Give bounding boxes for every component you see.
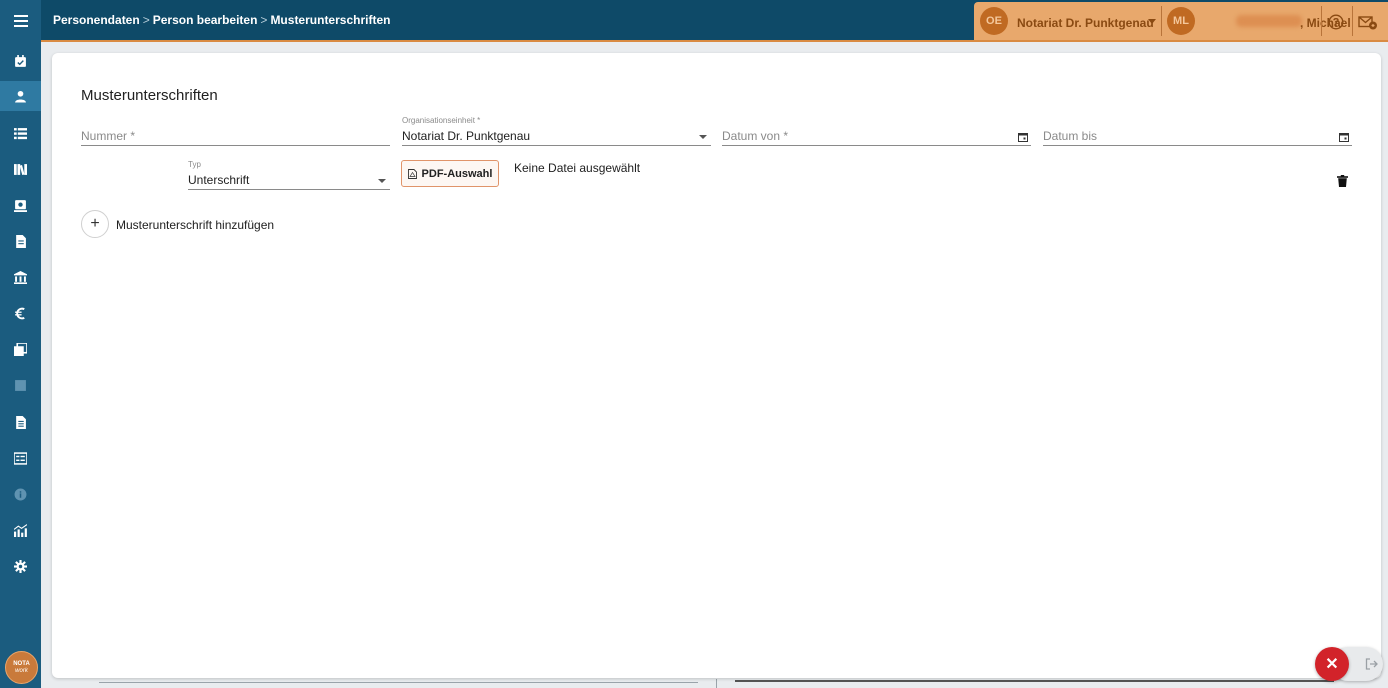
breadcrumb-separator: >	[142, 13, 150, 27]
typ-value: Unterschrift	[188, 173, 250, 187]
dialog-title: Musterunterschriften	[81, 87, 218, 104]
document-icon[interactable]	[0, 226, 41, 256]
help-icon[interactable]	[1328, 14, 1344, 30]
divider	[1321, 6, 1322, 36]
euro-icon[interactable]	[0, 298, 41, 328]
calendar-icon[interactable]	[1339, 132, 1349, 142]
logo-text-bottom: work	[15, 667, 28, 674]
pdf-auswahl-button[interactable]: PDF-Auswahl	[401, 160, 499, 187]
chevron-down-icon[interactable]	[1148, 19, 1156, 24]
datum-bis-placeholder: Datum bis	[1043, 129, 1098, 143]
app-logo[interactable]: NOTA work	[5, 651, 38, 684]
person-icon[interactable]	[0, 81, 41, 111]
menu-icon[interactable]	[0, 0, 41, 42]
library-icon[interactable]	[0, 154, 41, 184]
page-icon[interactable]	[0, 407, 41, 437]
add-signature-button[interactable]: +	[81, 210, 109, 238]
safe-icon[interactable]	[0, 190, 41, 220]
user-panel: OE Notariat Dr. Punktgenau ML , Michael	[974, 2, 1388, 40]
close-icon: ✕	[1325, 656, 1339, 673]
org-selector[interactable]: Notariat Dr. Punktgenau	[1017, 16, 1154, 30]
exit-icon	[1365, 658, 1378, 670]
organisationseinheit-value: Notariat Dr. Punktgenau	[402, 129, 531, 143]
typ-label: Typ	[188, 160, 201, 169]
nummer-field[interactable]: Nummer *	[81, 119, 390, 146]
calendar-icon[interactable]	[1018, 132, 1028, 142]
pdf-auswahl-label: PDF-Auswahl	[421, 167, 493, 180]
breadcrumb-item-personendaten[interactable]: Personendaten	[53, 13, 140, 27]
calendar-check-icon[interactable]	[0, 46, 41, 76]
chart-icon[interactable]	[0, 515, 41, 545]
settings-icon[interactable]	[0, 551, 41, 581]
datum-bis-field[interactable]: Datum bis	[1043, 119, 1352, 146]
chevron-down-icon	[378, 179, 386, 183]
nummer-placeholder: Nummer *	[81, 129, 136, 143]
user-avatar[interactable]: ML	[1167, 7, 1195, 35]
top-bar: Personendaten > Person bearbeiten > Must…	[41, 0, 1388, 42]
sidebar: NOTA work	[0, 0, 41, 688]
divider	[1161, 6, 1162, 36]
datum-von-field[interactable]: Datum von *	[722, 119, 1031, 146]
logo-text-top: NOTA	[13, 660, 30, 667]
pdf-file-icon	[407, 168, 417, 179]
organisationseinheit-label: Organisationseinheit *	[402, 116, 481, 125]
organisationseinheit-select[interactable]: Organisationseinheit * Notariat Dr. Punk…	[402, 116, 711, 146]
list-icon[interactable]	[0, 118, 41, 148]
floating-actions: ✕	[1315, 647, 1383, 681]
form-icon[interactable]	[0, 443, 41, 473]
file-status: Keine Datei ausgewählt	[514, 161, 641, 175]
breadcrumb-item-person-bearbeiten[interactable]: Person bearbeiten	[153, 13, 258, 27]
divider	[1352, 6, 1353, 36]
chevron-down-icon	[699, 135, 707, 139]
copy-icon[interactable]	[0, 334, 41, 364]
breadcrumb-separator: >	[260, 13, 268, 27]
breadcrumb-item-musterunterschriften: Musterunterschriften	[270, 13, 391, 27]
plus-icon: +	[90, 215, 100, 232]
background-divider	[716, 679, 717, 688]
mail-icon[interactable]	[1358, 14, 1378, 30]
bank-icon[interactable]	[0, 262, 41, 292]
info-icon[interactable]	[0, 479, 41, 509]
delete-icon[interactable]	[1337, 175, 1348, 187]
user-surname-redacted	[1236, 15, 1302, 27]
square-icon[interactable]	[0, 370, 41, 400]
background-divider	[735, 680, 1334, 682]
org-avatar[interactable]: OE	[980, 7, 1008, 35]
musterunterschriften-dialog: Musterunterschriften Nummer * Organisati…	[52, 53, 1381, 678]
close-button[interactable]: ✕	[1315, 647, 1349, 681]
datum-von-placeholder: Datum von *	[722, 129, 789, 143]
add-signature-label[interactable]: Musterunterschrift hinzufügen	[116, 218, 274, 232]
typ-select[interactable]: Typ Unterschrift	[188, 160, 390, 190]
breadcrumb: Personendaten > Person bearbeiten > Must…	[53, 13, 390, 27]
background-divider	[99, 682, 698, 683]
